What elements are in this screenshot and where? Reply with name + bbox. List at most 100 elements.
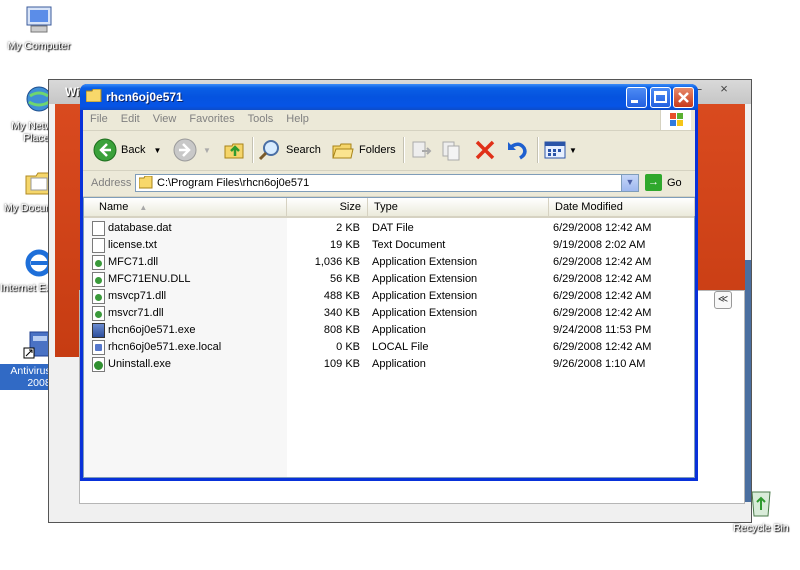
file-name: MFC71ENU.DLL [108,273,191,285]
move-to-button[interactable] [410,136,434,164]
forward-button[interactable]: ▼ [173,136,211,164]
address-dropdown-button[interactable]: ▼ [621,175,638,191]
folder-icon [139,176,153,189]
file-size: 1,036 KB [314,256,360,268]
address-bar: Address C:\Program Files\rhcn6oj0e571 ▼ … [83,171,695,197]
background-close-button[interactable]: × [711,80,737,98]
folders-button[interactable]: Folders [331,136,396,164]
file-type: Text Document [372,239,446,251]
file-list[interactable]: Name ▲ Size Type Date Modified database.… [83,197,695,478]
back-arrow-icon [93,138,117,162]
views-button[interactable]: ▼ [543,136,577,164]
back-dropdown-icon[interactable]: ▼ [153,146,161,155]
file-type: Application [372,358,426,370]
minimize-button[interactable] [626,87,647,108]
file-row[interactable]: MFC71ENU.DLL 56 KB Application Extension 6/… [84,271,694,288]
address-value: C:\Program Files\rhcn6oj0e571 [157,177,310,189]
back-button[interactable]: Back ▼ [93,136,161,164]
file-size: 488 KB [323,290,360,302]
menu-edit[interactable]: Edit [114,110,146,125]
dll-file-icon [92,255,105,270]
file-row[interactable]: rhcn6oj0e571.exe.local 0 KB LOCAL File 6/29… [84,339,694,356]
views-dropdown-icon[interactable]: ▼ [569,146,577,155]
file-row[interactable]: license.txt 19 KB Text Document 9/19/2008 2… [84,237,694,254]
move-to-icon [412,141,432,158]
menu-favorites[interactable]: Favorites [182,110,240,125]
computer-icon [22,4,56,38]
search-button[interactable]: Search [258,136,321,164]
file-date-modified: 6/29/2008 12:42 AM [553,222,652,234]
file-date-modified: 6/29/2008 12:42 AM [553,290,652,302]
views-icon [544,141,566,159]
background-window-title: Wi [65,85,80,99]
column-header-name[interactable]: Name ▲ [84,198,287,216]
menu-file[interactable]: File [83,110,114,125]
file-row[interactable]: msvcr71.dll 340 KB Application Extension 6/… [84,305,694,322]
desktop-icon-my-computer[interactable]: My Computer [0,4,78,52]
file-icon [92,340,105,355]
window-titlebar[interactable]: rhcn6oj0e571 [80,84,698,110]
background-window-scrollbar[interactable] [745,260,751,502]
address-label: Address [91,177,132,189]
close-button[interactable] [673,87,694,108]
file-size: 0 KB [336,341,360,353]
file-icon [92,221,105,236]
toolbar: Back ▼ ▼ Search Folders ▼ [83,131,695,171]
go-label: Go [667,176,682,189]
desktop-icon-label: Recycle Bin [733,522,789,534]
file-date-modified: 6/29/2008 12:42 AM [553,341,652,353]
file-size: 808 KB [323,324,360,336]
file-row[interactable]: database.dat 2 KB DAT File 6/29/2008 12:42 … [84,220,694,237]
file-type: Application Extension [372,256,478,268]
file-name: msvcr71.dll [108,307,164,319]
column-header-bar: Name ▲ Size Type Date Modified [84,198,695,218]
delete-x-icon [475,140,495,160]
folder-icon [86,89,102,102]
file-row[interactable]: Uninstall.exe 109 KB Application 9/26/2008 … [84,356,694,373]
menu-view[interactable]: View [146,110,183,125]
file-row[interactable]: msvcp71.dll 488 KB Application Extension 6/… [84,288,694,305]
file-type: LOCAL File [372,341,429,353]
explorer-window[interactable]: rhcn6oj0e571 File Edit View Favorites Tools H… [80,84,698,481]
toolbar-separator [537,137,539,163]
undo-button[interactable] [505,136,529,164]
file-date-modified: 9/19/2008 2:02 AM [553,239,646,251]
file-row[interactable]: rhcn6oj0e571.exe 808 KB Application 9/24/20… [84,322,694,339]
up-folder-icon [224,143,244,159]
up-folder-button[interactable] [223,136,247,164]
sort-ascending-icon: ▲ [139,203,148,212]
maximize-button[interactable] [650,87,671,108]
file-date-modified: 6/29/2008 12:42 AM [553,256,652,268]
file-size: 2 KB [336,222,360,234]
delete-button[interactable] [473,136,497,164]
menu-bar: File Edit View Favorites Tools Help [83,110,695,131]
copy-to-button[interactable] [440,136,464,164]
file-size: 340 KB [323,307,360,319]
uninstall-icon [92,357,105,372]
toolbar-separator [403,137,405,163]
folders-label: Folders [359,144,396,156]
column-header-size[interactable]: Size [287,198,368,216]
go-button[interactable]: → Go [645,174,682,191]
search-label: Search [286,144,321,156]
file-date-modified: 9/26/2008 1:10 AM [553,358,646,370]
column-header-label: Date Modified [555,201,623,213]
application-icon [92,323,105,338]
file-size: 56 KB [330,273,360,285]
collapse-chevron-icon[interactable]: ≪ [714,291,732,309]
column-header-type[interactable]: Type [368,198,549,216]
column-header-date-modified[interactable]: Date Modified [549,198,695,216]
file-date-modified: 6/29/2008 12:42 AM [553,273,652,285]
dll-file-icon [92,289,105,304]
column-header-label: Name [99,201,129,213]
menu-help[interactable]: Help [279,110,315,125]
file-name: database.dat [108,222,172,234]
dll-file-icon [92,272,105,287]
address-input[interactable]: C:\Program Files\rhcn6oj0e571 ▼ [135,174,639,192]
windows-logo-icon [660,110,691,130]
file-date-modified: 6/29/2008 12:42 AM [553,307,652,319]
file-row[interactable]: MFC71.dll 1,036 KB Application Extension 6/… [84,254,694,271]
window-title: rhcn6oj0e571 [106,90,183,104]
back-label: Back [121,144,146,156]
menu-tools[interactable]: Tools [241,110,280,125]
